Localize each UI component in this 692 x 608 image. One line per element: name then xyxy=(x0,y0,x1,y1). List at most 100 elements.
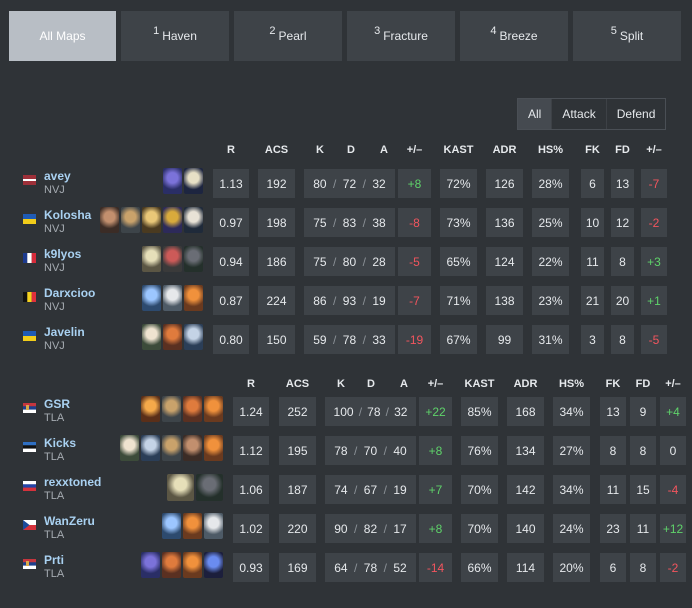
fd-cell: 12 xyxy=(611,208,634,237)
czechia-flag-icon xyxy=(23,520,36,530)
hs-cell: 20% xyxy=(553,553,590,582)
r-cell: 1.13 xyxy=(213,169,249,198)
kills-value: 78 xyxy=(334,443,348,458)
tab-map-haven[interactable]: 1 Haven xyxy=(121,11,229,61)
fd-cell: 8 xyxy=(630,553,656,582)
kda-separator: / xyxy=(362,254,366,269)
column-header-kast: KAST xyxy=(443,144,474,156)
player-name-link[interactable]: WanZeru xyxy=(44,514,95,528)
player-name-link[interactable]: Prti xyxy=(44,553,64,567)
jett-icon xyxy=(142,285,161,311)
player-name-link[interactable]: avey xyxy=(44,169,71,183)
adr-cell: 124 xyxy=(486,247,523,276)
kda-separator: / xyxy=(333,332,337,347)
player-team-tag: TLA xyxy=(44,451,65,463)
pm-cell: -19 xyxy=(398,325,431,354)
column-header-r: R xyxy=(227,144,235,156)
kast-cell: 76% xyxy=(461,436,498,465)
player-name-link[interactable]: Darxcioo xyxy=(44,286,95,300)
serbia-flag-icon xyxy=(23,403,36,413)
fkfd-cell: -7 xyxy=(641,169,667,198)
r-cell: 0.97 xyxy=(213,208,249,237)
acs-cell: 169 xyxy=(279,553,316,582)
kda-separator: / xyxy=(383,560,387,575)
kda-cell: 78 / 70 / 40 xyxy=(325,436,416,465)
tab-number: 2 xyxy=(269,25,276,37)
player-row: k9lyos NVJ 0.94 186 75 / 80 / 28 -5 65% 124 22% 11 8 +3 xyxy=(0,244,692,280)
player-team-tag: NVJ xyxy=(44,184,65,196)
column-header-pm: +/– xyxy=(427,378,444,390)
hs-cell: 27% xyxy=(553,436,590,465)
side-defend-button[interactable]: Defend xyxy=(605,99,666,129)
r-cell: 1.24 xyxy=(233,397,269,426)
acs-cell: 224 xyxy=(258,286,295,315)
tab-number: 3 xyxy=(374,25,381,37)
sage-icon xyxy=(204,513,223,539)
kda-cell: 74 / 67 / 19 xyxy=(325,475,416,504)
fk-cell: 8 xyxy=(600,436,626,465)
kast-cell: 71% xyxy=(440,286,477,315)
side-attack-button[interactable]: Attack xyxy=(551,99,606,129)
column-header-k: K xyxy=(316,144,324,156)
kills-value: 75 xyxy=(313,254,327,269)
agent-icons xyxy=(141,552,223,578)
agent-icons xyxy=(162,513,223,539)
tab-map-split[interactable]: 5 Split xyxy=(573,11,681,61)
player-name-link[interactable]: k9lyos xyxy=(44,247,81,261)
latvia-flag-icon xyxy=(23,175,36,185)
kda-separator: / xyxy=(362,176,366,191)
kda-cell: 80 / 72 / 32 xyxy=(304,169,395,198)
astra-icon xyxy=(163,207,182,233)
adr-cell: 138 xyxy=(486,286,523,315)
r-cell: 0.93 xyxy=(233,553,269,582)
acs-cell: 198 xyxy=(258,208,295,237)
player-name-link[interactable]: Kolosha xyxy=(44,208,91,222)
tab-map-all-maps[interactable]: All Maps xyxy=(9,11,116,61)
column-header-a: A xyxy=(400,378,408,390)
kda-separator: / xyxy=(333,215,337,230)
fd-cell: 13 xyxy=(611,169,634,198)
yoru-icon xyxy=(204,552,223,578)
kda-separator: / xyxy=(354,482,358,497)
kda-separator: / xyxy=(383,443,387,458)
tab-map-pearl[interactable]: 2 Pearl xyxy=(234,11,342,61)
hs-cell: 25% xyxy=(532,208,569,237)
player-row: avey NVJ 1.13 192 80 / 72 / 32 +8 72% 126 28% 6 13 -7 xyxy=(0,166,692,202)
kda-separator: / xyxy=(333,254,337,269)
deaths-value: 70 xyxy=(363,443,378,458)
fkfd-cell: +12 xyxy=(660,514,686,543)
pm-cell: -8 xyxy=(398,208,431,237)
player-row: Javelin NVJ 0.80 150 59 / 78 / 33 -19 67% 99 31% 3 8 -5 xyxy=(0,322,692,358)
r-cell: 0.94 xyxy=(213,247,249,276)
kda-separator: / xyxy=(362,332,366,347)
adr-cell: 134 xyxy=(507,436,544,465)
raze-icon xyxy=(204,435,223,461)
player-name-link[interactable]: rexxtoned xyxy=(44,475,101,489)
deaths-value: 78 xyxy=(342,332,357,347)
fd-cell: 8 xyxy=(611,325,634,354)
fkfd-cell: +4 xyxy=(660,397,686,426)
neon-icon xyxy=(184,168,203,194)
kast-cell: 67% xyxy=(440,325,477,354)
tab-map-fracture[interactable]: 3 Fracture xyxy=(347,11,455,61)
player-name-link[interactable]: Javelin xyxy=(44,325,85,339)
player-name-link[interactable]: GSR xyxy=(44,397,70,411)
harbor-icon xyxy=(184,207,203,233)
adr-cell: 142 xyxy=(507,475,544,504)
column-header-d: D xyxy=(347,144,355,156)
kast-cell: 66% xyxy=(461,553,498,582)
raze-icon xyxy=(183,552,202,578)
side-all-button[interactable]: All xyxy=(518,99,552,129)
tab-map-breeze[interactable]: 4 Breeze xyxy=(460,11,568,61)
assists-value: 19 xyxy=(372,293,386,308)
player-row: Kolosha NVJ 0.97 198 75 / 83 / 38 -8 73% 136 25% 10 12… xyxy=(0,205,692,241)
player-name-link[interactable]: Kicks xyxy=(44,436,76,450)
tab-number: 4 xyxy=(490,25,497,37)
belgium-flag-icon xyxy=(23,292,36,302)
column-header-acs: ACS xyxy=(264,144,289,156)
column-header-fd: FD xyxy=(615,144,630,156)
kda-separator: / xyxy=(333,176,337,191)
player-team-tag: NVJ xyxy=(44,301,65,313)
sage-icon xyxy=(163,285,182,311)
fk-cell: 21 xyxy=(581,286,604,315)
